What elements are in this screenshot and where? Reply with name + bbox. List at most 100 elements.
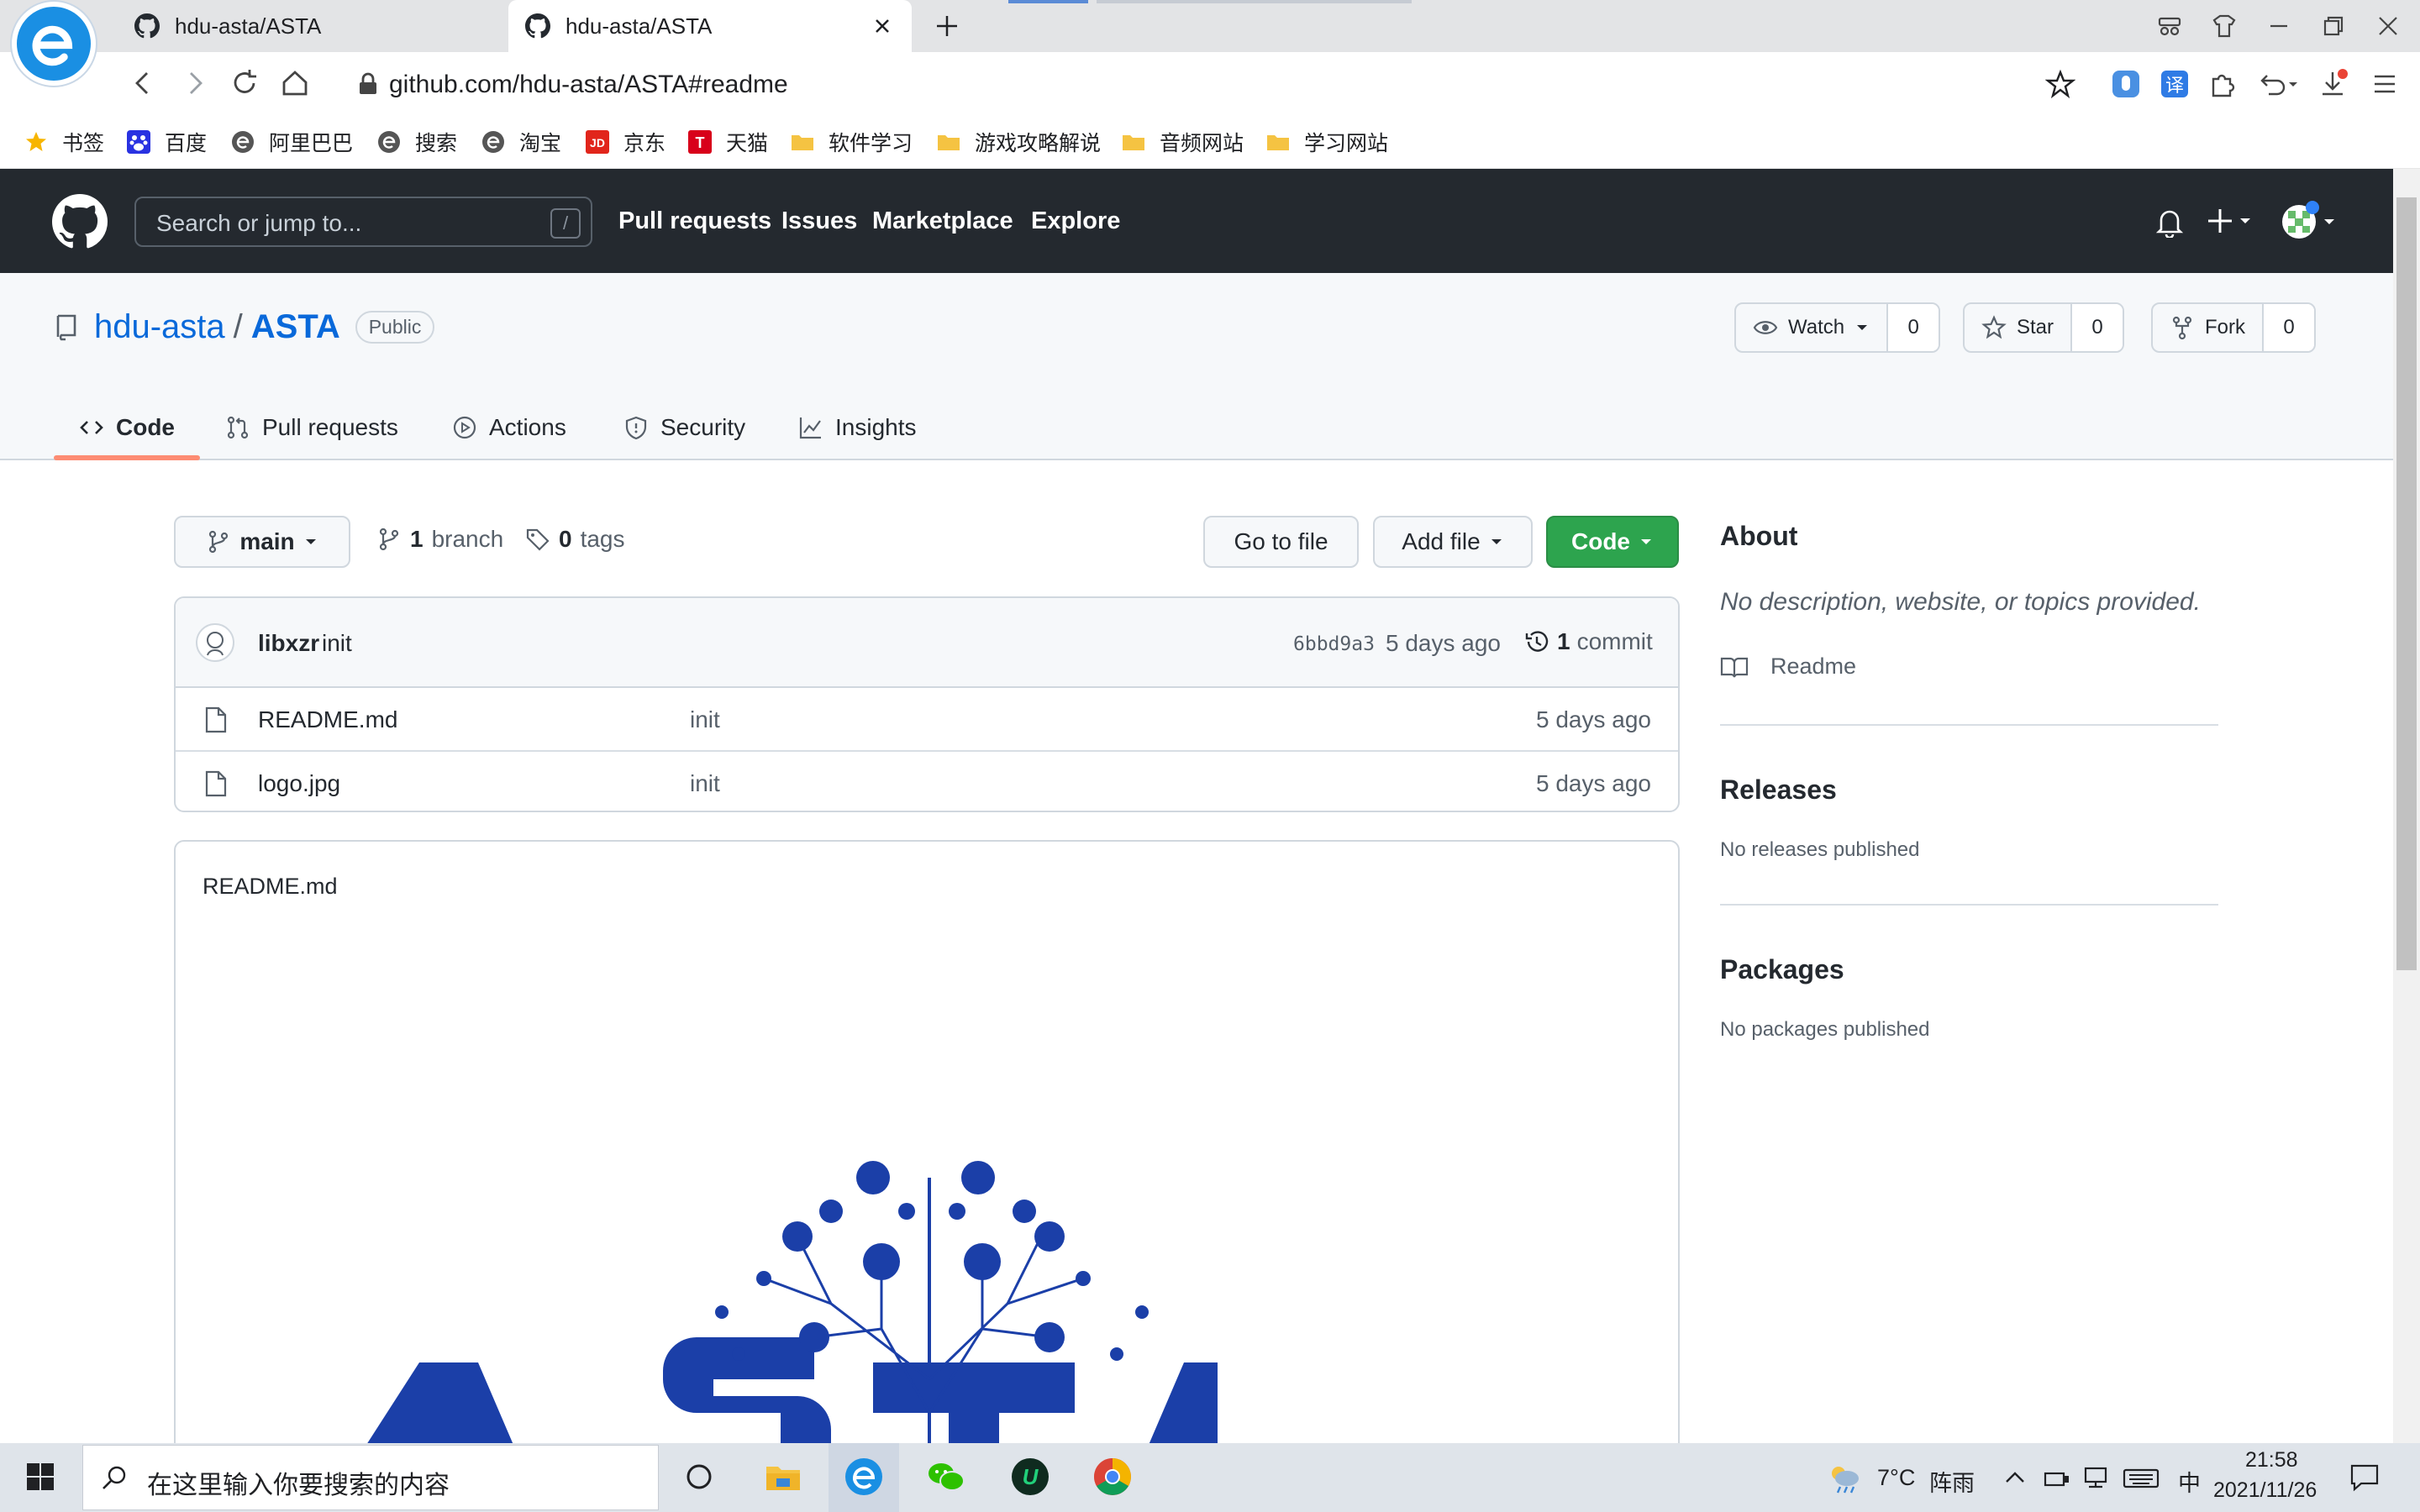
ime-indicator[interactable]: 中 (2178, 1465, 2201, 1498)
notification-center-icon[interactable] (2349, 1463, 2380, 1492)
bookmark-star-icon[interactable] (2045, 69, 2075, 99)
bookmark-folder[interactable]: 音频网站 (1121, 127, 1244, 157)
repo-owner-link[interactable]: hdu-asta (94, 308, 225, 346)
keyboard-icon[interactable] (2123, 1467, 2160, 1490)
notifications-bell-icon[interactable] (2154, 206, 2185, 238)
browser-tab-2[interactable]: hdu-asta/ASTA (508, 0, 912, 52)
file-explorer-icon[interactable] (763, 1457, 803, 1497)
add-file-button[interactable]: Add file (1373, 516, 1533, 568)
weather-condition[interactable]: 阵雨 (1929, 1465, 1975, 1498)
readme-link[interactable]: Readme (1720, 654, 1856, 680)
nav-pull-requests[interactable]: Pull requests (618, 207, 771, 235)
extension-1-icon[interactable] (2109, 67, 2143, 101)
tab-pull-requests[interactable]: Pull requests (225, 395, 398, 460)
tab-actions[interactable]: Actions (452, 395, 566, 460)
readme-title[interactable]: README.md (203, 874, 338, 900)
bookmark-folder[interactable]: 游戏攻略解说 (936, 127, 1101, 157)
taskbar-search-input[interactable]: 在这里输入你要搜索的内容 (82, 1445, 659, 1510)
url-field[interactable]: github.com/hdu-asta/ASTA#readme (340, 60, 2084, 108)
browser-tab-1[interactable]: hdu-asta/ASTA (118, 0, 508, 52)
nav-issues[interactable]: Issues (781, 207, 857, 235)
translate-icon[interactable]: 译 (2158, 67, 2191, 101)
tab-code[interactable]: Code (79, 395, 175, 460)
back-icon[interactable] (126, 66, 161, 101)
github-logo-icon[interactable] (52, 194, 108, 249)
fork-count[interactable]: 0 (2283, 316, 2294, 339)
watch-count[interactable]: 0 (1907, 316, 1918, 339)
commit-message[interactable]: init (322, 630, 352, 657)
windows-start-icon[interactable] (25, 1462, 55, 1492)
reload-icon[interactable] (227, 66, 262, 101)
clock-date[interactable]: 2021/11/26 (2213, 1478, 2317, 1503)
extensions-puzzle-icon[interactable] (2207, 67, 2240, 101)
go-to-file-button[interactable]: Go to file (1203, 516, 1359, 568)
tags-link[interactable]: 0 tags (525, 526, 625, 553)
file-row[interactable]: README.md init 5 days ago (176, 688, 1678, 750)
close-window-icon[interactable] (2374, 12, 2402, 40)
bookmark-item[interactable]: JD 京东 (585, 127, 666, 157)
close-tab-icon[interactable] (870, 13, 895, 39)
e-browser-taskbar-icon[interactable] (844, 1457, 884, 1497)
bookmark-item[interactable]: 阿里巴巴 (230, 127, 353, 157)
branch-select-button[interactable]: main (174, 516, 350, 568)
fork-button[interactable]: Fork 0 (2151, 302, 2316, 353)
file-row[interactable]: logo.jpg init 5 days ago (176, 750, 1678, 811)
chrome-icon[interactable] (1092, 1457, 1133, 1497)
scrollbar-thumb[interactable] (2396, 197, 2417, 970)
tray-expand-chevron-icon[interactable] (2003, 1467, 2027, 1487)
shield-icon (625, 416, 647, 440)
readme-panel: README.md (174, 840, 1680, 1478)
nav-marketplace[interactable]: Marketplace (872, 207, 1013, 235)
incognito-icon[interactable] (2155, 12, 2184, 40)
star-count[interactable]: 0 (2091, 316, 2102, 339)
lock-icon[interactable] (357, 72, 379, 96)
bookmark-item[interactable]: 百度 (126, 127, 207, 157)
usb-device-icon[interactable] (2042, 1465, 2072, 1490)
code-button[interactable]: Code (1546, 516, 1679, 568)
new-tab-icon[interactable] (933, 12, 961, 40)
bookmark-item[interactable]: 淘宝 (481, 127, 561, 157)
network-icon[interactable] (2081, 1465, 2111, 1490)
restore-icon[interactable] (2319, 12, 2348, 40)
commit-author-avatar[interactable] (196, 623, 234, 662)
download-icon[interactable] (2316, 67, 2349, 101)
repo-name-link[interactable]: ASTA (251, 308, 340, 346)
clock-time[interactable]: 21:58 (2245, 1448, 2298, 1473)
star-button[interactable]: Star 0 (1963, 302, 2125, 353)
nav-explore[interactable]: Explore (1031, 207, 1120, 235)
bookmark-item[interactable]: T 天猫 (687, 127, 768, 157)
weather-rain-icon[interactable] (1825, 1462, 1862, 1495)
releases-heading[interactable]: Releases (1720, 774, 1837, 806)
tab-security[interactable]: Security (623, 395, 745, 460)
commit-sha[interactable]: 6bbd9a3 (1293, 633, 1375, 655)
browser-logo-icon[interactable] (12, 2, 96, 86)
address-bar-row: github.com/hdu-asta/ASTA#readme 译 (0, 52, 2420, 115)
bookmark-item[interactable]: 搜索 (376, 127, 457, 157)
file-commit-message[interactable]: init (690, 706, 720, 733)
file-commit-message[interactable]: init (690, 770, 720, 797)
forward-icon[interactable] (176, 66, 212, 101)
file-name[interactable]: README.md (258, 706, 397, 733)
packages-heading[interactable]: Packages (1720, 954, 1844, 985)
commit-author[interactable]: libxzr (258, 630, 319, 657)
undo-close-tab-icon[interactable] (2255, 67, 2302, 101)
minimize-icon[interactable] (2265, 12, 2293, 40)
weather-temperature[interactable]: 7°C (1877, 1465, 1915, 1491)
user-avatar-icon[interactable] (2281, 201, 2338, 243)
create-new-plus-icon[interactable] (2208, 204, 2255, 238)
github-search-input[interactable]: Search or jump to... / (134, 197, 592, 247)
task-view-icon[interactable] (679, 1457, 719, 1497)
bookmark-folder[interactable]: 软件学习 (790, 127, 913, 157)
file-name[interactable]: logo.jpg (258, 770, 340, 797)
menu-icon[interactable] (2368, 67, 2402, 101)
bookmark-folder[interactable]: 学习网站 (1265, 127, 1388, 157)
wechat-icon[interactable] (926, 1457, 966, 1497)
home-icon[interactable] (277, 66, 313, 101)
upupoo-icon[interactable]: U (1010, 1457, 1050, 1497)
commits-link[interactable]: 1 commit (1523, 628, 1653, 655)
branches-link[interactable]: 1 branch (376, 526, 503, 553)
skin-icon[interactable] (2210, 12, 2238, 40)
tab-insights[interactable]: Insights (798, 395, 917, 460)
bookmark-item[interactable]: 书签 (24, 127, 104, 157)
watch-button[interactable]: Watch 0 (1734, 302, 1941, 353)
